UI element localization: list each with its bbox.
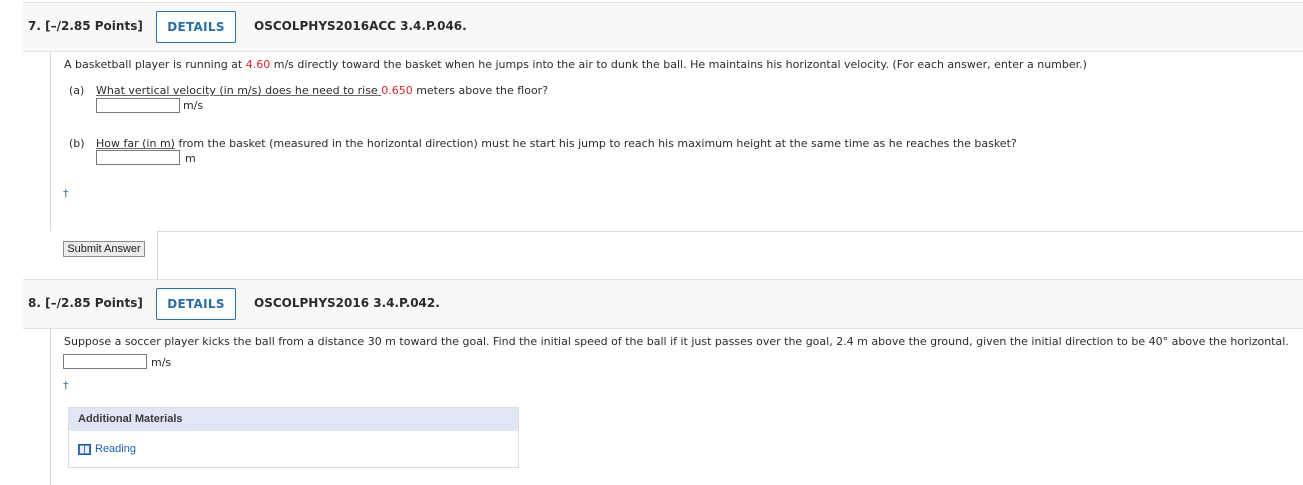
question-8-left-border xyxy=(50,329,51,485)
question-8-prompt: Suppose a soccer player kicks the ball f… xyxy=(64,335,1289,348)
additional-materials-title: Additional Materials xyxy=(69,408,518,431)
submit-area-frame xyxy=(157,231,1303,280)
question-8-header: 8. [–/2.85 Points] DETAILS OSCOLPHYS2016… xyxy=(23,279,1303,329)
question-8-title: 8. [–/2.85 Points] xyxy=(28,296,143,310)
question-code: OSCOLPHYS2016ACC 3.4.P.046. xyxy=(254,19,467,33)
question-number: 7. xyxy=(28,19,41,33)
reading-link-label[interactable]: Reading xyxy=(95,443,136,455)
part-a-question: What vertical velocity (in m/s) does he … xyxy=(96,84,548,97)
question-7-prompt: A basketball player is running at 4.60 m… xyxy=(64,58,1087,71)
part-b-question: How far (in m) from the basket (measured… xyxy=(96,137,1017,150)
question-number: 8. xyxy=(28,296,41,310)
question-8-unit: m/s xyxy=(151,356,172,369)
part-b-text: from the basket (measured in the horizon… xyxy=(174,137,1017,150)
part-b-text: How far (in m) xyxy=(96,137,175,150)
part-b-answer-input[interactable] xyxy=(96,150,180,165)
question-7-title: 7. [–/2.85 Points] xyxy=(28,19,143,33)
question-points: [–/2.85 Points] xyxy=(45,19,143,33)
question-7-header: 7. [–/2.85 Points] DETAILS OSCOLPHYS2016… xyxy=(23,2,1303,52)
prompt-text: m/s directly toward the basket when he j… xyxy=(270,58,1087,71)
dagger-mark: † xyxy=(63,379,69,392)
reading-link[interactable]: Reading xyxy=(78,443,136,455)
part-a-answer-input[interactable] xyxy=(96,98,180,113)
question-7-left-border xyxy=(50,52,51,231)
given-speed: 4.60 xyxy=(245,58,271,71)
submit-answer-button[interactable]: Submit Answer xyxy=(63,241,145,257)
question-points: [–/2.85 Points] xyxy=(45,296,143,310)
additional-materials-panel: Additional Materials Reading xyxy=(68,407,519,468)
details-button[interactable]: DETAILS xyxy=(156,11,236,43)
details-button[interactable]: DETAILS xyxy=(156,288,236,320)
part-b-unit: m xyxy=(185,152,196,165)
prompt-text: A basketball player is running at xyxy=(64,58,246,71)
part-a-unit: m/s xyxy=(183,99,204,112)
question-8-answer-input[interactable] xyxy=(63,354,147,369)
part-a-text: meters above the floor? xyxy=(412,84,549,97)
question-code: OSCOLPHYS2016 3.4.P.042. xyxy=(254,296,440,310)
part-a-label: (a) xyxy=(69,84,85,97)
part-a-text: What vertical velocity (in m/s) does he … xyxy=(96,84,382,97)
given-height: 0.650 xyxy=(381,84,413,97)
part-b-label: (b) xyxy=(69,137,85,150)
book-icon xyxy=(78,443,91,455)
dagger-mark: † xyxy=(63,187,69,200)
